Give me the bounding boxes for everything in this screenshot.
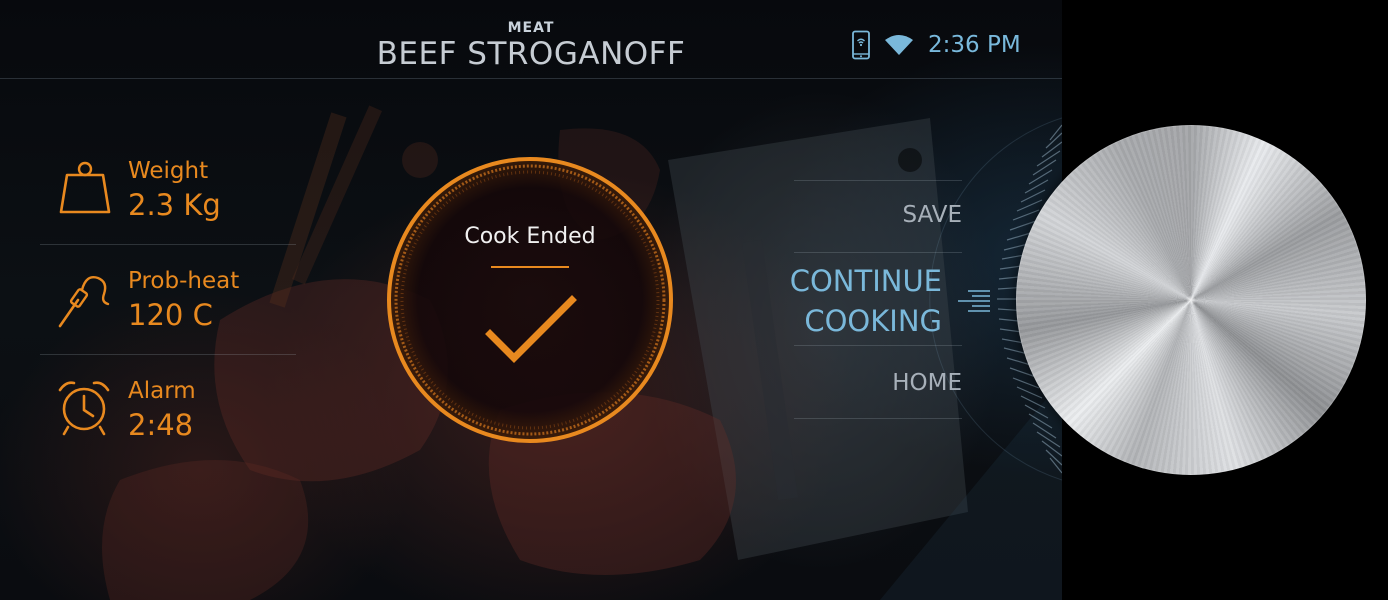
status-bar: 2:36 PM bbox=[846, 28, 1021, 62]
oven-display: MEAT BEEF STROGANOFF 2:36 PM Weight 2.3 … bbox=[0, 0, 1062, 600]
continue-cooking-button[interactable]: CONTINUE COOKING bbox=[790, 261, 942, 341]
home-button[interactable]: HOME bbox=[892, 370, 962, 396]
alarm-label: Alarm bbox=[128, 378, 196, 404]
probe-label: Prob-heat bbox=[128, 268, 240, 294]
menu-divider bbox=[794, 252, 962, 253]
check-icon bbox=[485, 295, 577, 363]
status-underline bbox=[491, 266, 569, 268]
continue-cooking-line1: CONTINUE bbox=[789, 264, 942, 298]
alarm-stat[interactable]: Alarm 2:48 bbox=[40, 360, 296, 470]
alarm-value: 2:48 bbox=[128, 408, 194, 442]
probe-icon bbox=[56, 270, 114, 328]
weight-stat[interactable]: Weight 2.3 Kg bbox=[40, 140, 296, 250]
probe-stat[interactable]: Prob-heat 120 C bbox=[40, 250, 296, 360]
alarm-clock-icon bbox=[56, 378, 114, 436]
clock-time: 2:36 PM bbox=[928, 32, 1021, 58]
wifi-icon[interactable] bbox=[884, 30, 914, 60]
app-stage: MEAT BEEF STROGANOFF 2:36 PM Weight 2.3 … bbox=[0, 0, 1388, 600]
selection-indicator bbox=[958, 290, 990, 312]
weight-label: Weight bbox=[128, 158, 209, 184]
stat-divider bbox=[40, 354, 296, 355]
cook-status-text: Cook Ended bbox=[464, 224, 596, 249]
probe-value: 120 C bbox=[128, 298, 213, 332]
header-divider bbox=[0, 78, 1062, 79]
menu-divider bbox=[794, 180, 962, 181]
knob-center bbox=[1186, 295, 1196, 305]
stat-divider bbox=[40, 244, 296, 245]
continue-cooking-line2: COOKING bbox=[804, 304, 942, 338]
weight-icon bbox=[56, 158, 114, 216]
menu-divider bbox=[794, 418, 962, 419]
weight-value: 2.3 Kg bbox=[128, 188, 221, 222]
menu-divider bbox=[794, 345, 962, 346]
save-button[interactable]: SAVE bbox=[902, 202, 962, 228]
phone-remote-icon[interactable] bbox=[846, 30, 876, 60]
